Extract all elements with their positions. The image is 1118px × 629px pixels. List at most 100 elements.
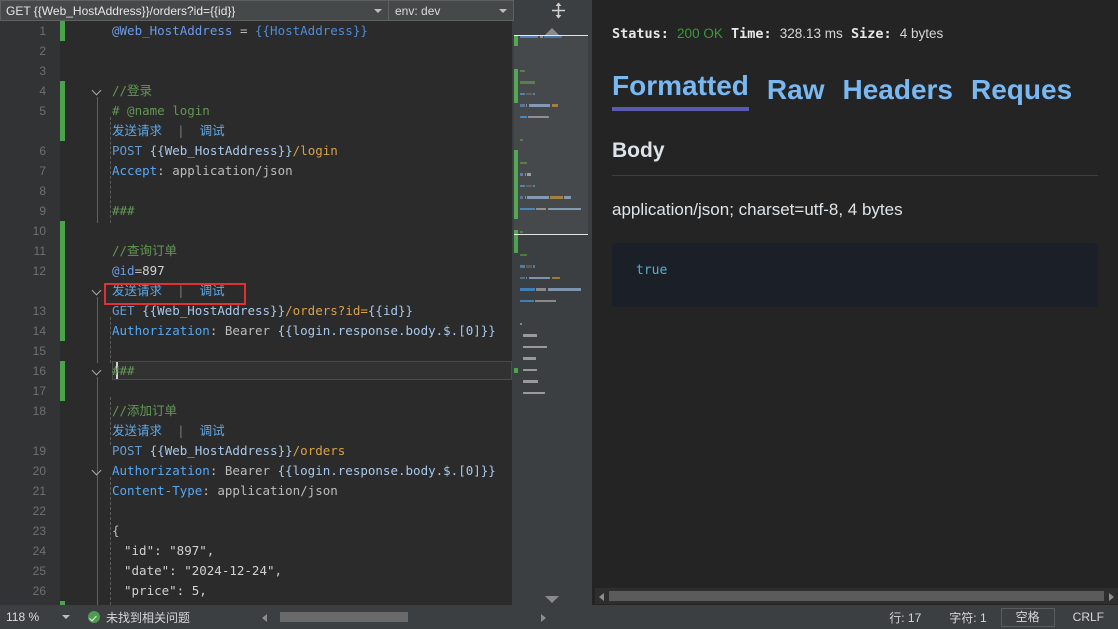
response-status-line: Status: 200 OK Time: 328.13 ms Size: 4 b…	[612, 26, 943, 42]
line-number: 3	[39, 64, 46, 78]
code-action-link[interactable]: 发送请求	[112, 123, 162, 138]
code-line[interactable]: 19 POST {{Web_HostAddress}}/orders	[0, 441, 512, 461]
triangle-right-icon[interactable]	[1104, 588, 1118, 604]
code-line[interactable]: 24 "id": "897",	[0, 541, 512, 561]
code-line[interactable]: 3	[0, 61, 512, 81]
code-line[interactable]: 7 Accept: application/json	[0, 161, 512, 181]
triangle-right-icon[interactable]	[536, 609, 550, 625]
request-selector[interactable]: GET {{Web_HostAddress}}/orders?id={{id}}	[0, 0, 389, 21]
code-token: @Web_HostAddress	[112, 23, 233, 38]
code-line[interactable]: 2	[0, 41, 512, 61]
code-line[interactable]: 5 # @name login	[0, 101, 512, 121]
code-line[interactable]: 8	[0, 181, 512, 201]
code-action-link[interactable]: 发送请求	[112, 423, 162, 438]
code-line[interactable]: 26 "price": 5,	[0, 581, 512, 601]
code-line-text: "date": "2024-12-24",	[124, 561, 282, 581]
code-line[interactable]: 20 Authorization: Bearer {{login.response…	[0, 461, 512, 481]
code-line[interactable]: 15	[0, 341, 512, 361]
minimap-token	[525, 276, 528, 279]
code-token: : application/json	[202, 483, 338, 498]
chevron-down-icon[interactable]	[62, 615, 70, 619]
code-line[interactable]: 发送请求 | 调试	[0, 281, 512, 301]
split-editor-button[interactable]	[524, 0, 592, 21]
code-line[interactable]: 发送请求 | 调试	[0, 421, 512, 441]
code-line[interactable]: 11 //查询订单	[0, 241, 512, 261]
scroll-track[interactable]	[272, 612, 536, 622]
minimap-token	[520, 322, 522, 325]
minimap-token	[520, 265, 525, 268]
minimap-token	[523, 368, 537, 371]
indent-mode[interactable]: 空格	[1000, 607, 1055, 627]
code-line[interactable]: 23 {	[0, 521, 512, 541]
code-lines-container[interactable]: 1 @Web_HostAddress = {{HostAddress}} 2 3 4//…	[0, 21, 512, 605]
line-number: 25	[32, 564, 46, 578]
minimap-viewport[interactable]	[514, 35, 588, 235]
code-line[interactable]: 25 "date": "2024-12-24",	[0, 561, 512, 581]
environment-selector[interactable]: env: dev	[389, 0, 514, 21]
response-horizontal-scrollbar[interactable]	[595, 588, 1118, 604]
code-action-link[interactable]: 调试	[200, 423, 225, 438]
tab-formatted[interactable]: Formatted	[612, 70, 749, 111]
code-action-link[interactable]: 调试	[200, 283, 225, 298]
chevron-down-icon[interactable]	[499, 8, 507, 13]
minimap-token	[525, 265, 532, 268]
code-line-text: //登录	[112, 81, 152, 101]
line-number: 19	[32, 444, 46, 458]
code-line-text: # @name login	[112, 101, 210, 121]
zoom-selector[interactable]: 118 %	[0, 605, 78, 629]
line-ending[interactable]: CRLF	[1059, 610, 1118, 624]
code-token: /orders?id=	[285, 303, 368, 318]
code-token: /orders	[292, 443, 346, 458]
triangle-left-icon[interactable]	[258, 609, 272, 625]
status-label: Status:	[612, 26, 669, 42]
code-line[interactable]: 6 POST {{Web_HostAddress}}/login	[0, 141, 512, 161]
cursor-column[interactable]: 字符: 1	[935, 609, 1000, 626]
code-line[interactable]: 13 GET {{Web_HostAddress}}/orders?id={{id…	[0, 301, 512, 321]
code-line[interactable]: 4 //登录	[0, 81, 512, 101]
code-line[interactable]: 10	[0, 221, 512, 241]
line-number: 23	[32, 524, 46, 538]
cursor-line[interactable]: 行: 17	[875, 609, 935, 626]
line-number: 16	[32, 364, 46, 378]
minimap-canvas[interactable]	[514, 35, 588, 591]
scroll-thumb[interactable]	[609, 591, 1104, 601]
triangle-left-icon[interactable]	[595, 588, 609, 604]
minimap-token	[547, 288, 582, 291]
minimap-token	[520, 299, 534, 302]
chevron-down-icon[interactable]	[374, 8, 382, 13]
environment-selector-value: env: dev	[395, 3, 441, 18]
triangle-down-icon[interactable]	[540, 593, 564, 605]
scroll-track[interactable]	[609, 591, 1104, 601]
time-label: Time:	[730, 26, 772, 42]
response-body-box[interactable]: true	[612, 243, 1098, 307]
code-line[interactable]: 22	[0, 501, 512, 521]
code-line[interactable]: 12 @id=897	[0, 261, 512, 281]
code-line[interactable]: 17	[0, 381, 512, 401]
editor-horizontal-scrollbar[interactable]	[258, 610, 550, 624]
code-line-text: //添加订单	[112, 401, 177, 421]
line-number: 26	[32, 584, 46, 598]
code-line[interactable]: 1 @Web_HostAddress = {{HostAddress}}	[0, 21, 512, 41]
tab-raw[interactable]: Raw	[767, 74, 825, 111]
code-line[interactable]: 16 ###	[0, 361, 512, 381]
scroll-thumb[interactable]	[280, 612, 408, 622]
problems-indicator[interactable]: 未找到相关问题	[88, 609, 190, 626]
code-line-text: POST {{Web_HostAddress}}/login	[112, 141, 338, 161]
code-action-link[interactable]: 发送请求	[112, 283, 162, 298]
tab-request[interactable]: Reques	[971, 74, 1072, 111]
code-line-text: @id=897	[112, 261, 165, 281]
code-line[interactable]: 21 Content-Type: application/json	[0, 481, 512, 501]
code-editor[interactable]: 1 @Web_HostAddress = {{HostAddress}} 2 3 4//…	[0, 21, 512, 605]
line-number: 17	[32, 384, 46, 398]
code-token: 897	[142, 263, 165, 278]
tab-headers[interactable]: Headers	[842, 74, 953, 111]
minimap[interactable]	[512, 21, 592, 605]
code-line[interactable]: 14 Authorization: Bearer {{login.response…	[0, 321, 512, 341]
code-line[interactable]: 18 //添加订单	[0, 401, 512, 421]
minimap-token	[523, 357, 536, 360]
code-token: {{HostAddress}}	[255, 23, 368, 38]
code-action-link[interactable]: 调试	[200, 123, 225, 138]
code-line[interactable]: 发送请求 | 调试	[0, 121, 512, 141]
code-line[interactable]: 9 ###	[0, 201, 512, 221]
